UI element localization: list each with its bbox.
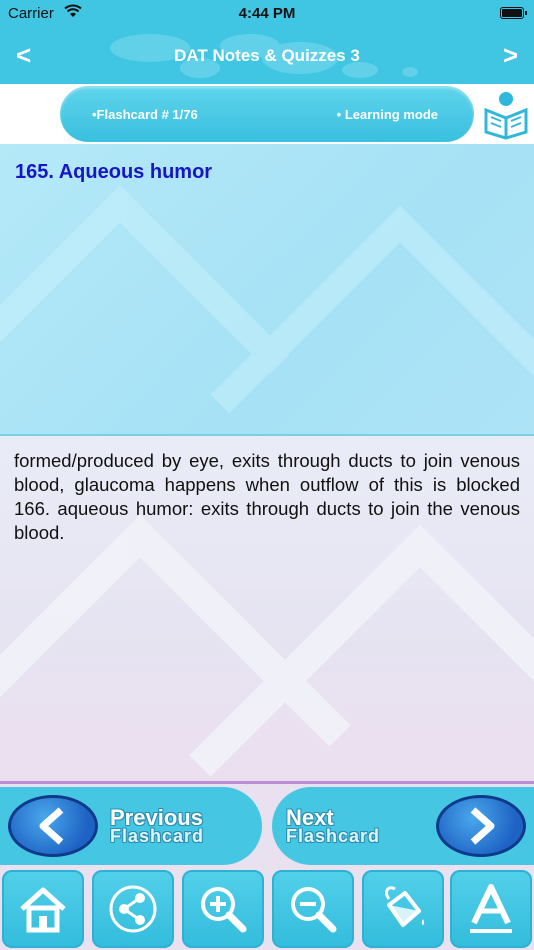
next-line1: Next (286, 805, 334, 830)
previous-line2: Flashcard (110, 826, 205, 846)
flashcard-counter: •Flashcard # 1/76 (92, 107, 198, 122)
status-time: 4:44 PM (238, 5, 296, 22)
question-panel: 165. Aqueous humor (0, 144, 534, 434)
zoom-in-icon (201, 887, 247, 933)
paint-bucket-icon (385, 886, 425, 927)
next-circle (436, 795, 526, 857)
next-flashcard-button[interactable]: Next Flashcard (272, 787, 534, 865)
next-line2: Flashcard (286, 826, 381, 846)
font-size-button[interactable] (450, 870, 532, 948)
background-pattern (0, 185, 534, 414)
reader-book-icon (482, 90, 530, 145)
font-icon (470, 884, 512, 933)
previous-line1: Previous (110, 805, 203, 830)
zoom-out-icon (291, 887, 337, 933)
zoom-in-button[interactable] (182, 870, 264, 948)
nav-forward-button[interactable]: > (503, 40, 518, 71)
share-button[interactable] (92, 870, 174, 948)
theme-color-button[interactable] (362, 870, 444, 948)
zoom-out-button[interactable] (272, 870, 354, 948)
battery-icon (500, 7, 527, 19)
previous-flashcard-button[interactable]: Previous Flashcard (0, 787, 262, 865)
previous-circle (8, 795, 98, 857)
share-icon (109, 885, 157, 933)
mode-label: • Learning mode (336, 107, 438, 122)
flashcard-info-pill: •Flashcard # 1/76 • Learning mode (60, 86, 474, 142)
previous-button-label: Previous Flashcard (110, 805, 205, 846)
answer-text: formed/produced by eye, exits through du… (14, 450, 520, 543)
question-text: 165. Aqueous humor (15, 161, 213, 183)
chevron-right-icon (470, 807, 495, 845)
home-icon (20, 887, 66, 933)
answer-panel: formed/produced by eye, exits through du… (0, 436, 534, 781)
chevron-left-icon (39, 807, 64, 845)
bottom-toolbar (0, 868, 534, 950)
next-button-label: Next Flashcard (286, 805, 381, 846)
status-bar: Carrier 4:44 PM (0, 0, 534, 28)
page-title: DAT Notes & Quizzes 3 (174, 46, 360, 65)
navigation-bar: < DAT Notes & Quizzes 3 > (0, 28, 534, 84)
flashcard-navigation: Previous Flashcard Next Flashcard (0, 784, 534, 868)
info-row: •Flashcard # 1/76 • Learning mode (0, 84, 534, 144)
home-button[interactable] (2, 870, 84, 948)
